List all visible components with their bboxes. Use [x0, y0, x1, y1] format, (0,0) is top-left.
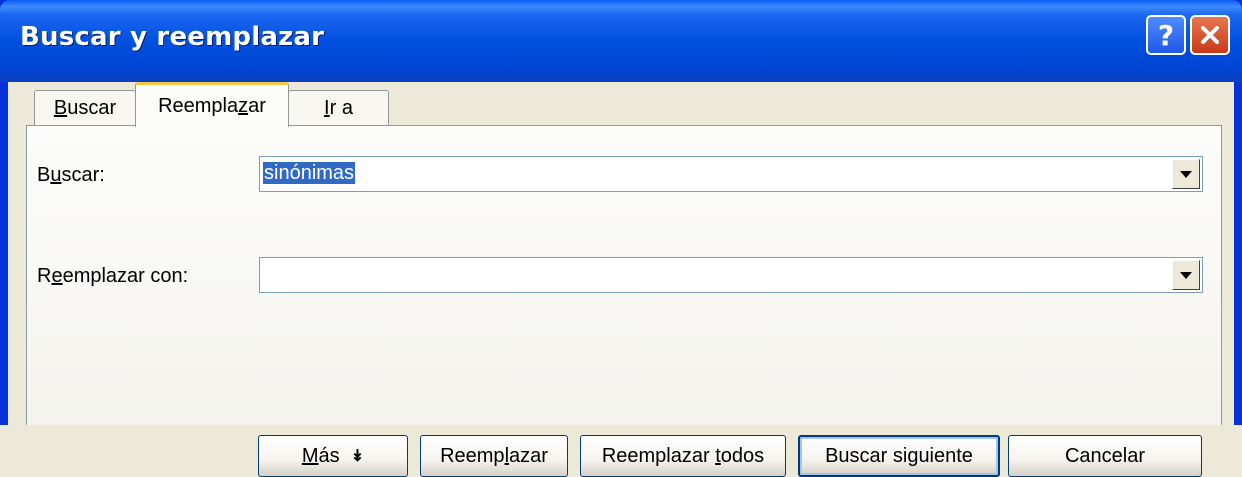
tab-panel-reemplazar: Buscar: sinónimas Reemplazar con: [26, 125, 1222, 425]
help-button[interactable]: ? [1146, 15, 1186, 55]
replace-all-button-label: Reemplazar todos [601, 444, 765, 467]
tab-buscar-label: Buscar [53, 97, 117, 119]
tab-buscar[interactable]: Buscar [34, 90, 136, 126]
find-combobox[interactable]: sinónimas [259, 156, 1203, 192]
chevron-down-icon [1180, 271, 1192, 279]
find-next-button[interactable]: Buscar siguiente [798, 435, 1000, 477]
cancel-button-label: Cancelar [1064, 444, 1146, 467]
find-next-button-label: Buscar siguiente [825, 444, 973, 467]
chevron-down-icon [1180, 170, 1192, 178]
replace-button-label: Reemplazar [440, 444, 548, 467]
find-input[interactable]: sinónimas [263, 162, 356, 185]
tab-ir-a-label: Ir a [324, 97, 353, 119]
double-chevron-down-icon: ↡ [350, 448, 365, 465]
find-dropdown-button[interactable] [1172, 159, 1200, 189]
window-title: Buscar y reemplazar [20, 22, 325, 52]
tab-reemplazar-label: Reemplazar [158, 94, 266, 117]
help-icon: ? [1157, 18, 1175, 52]
more-button[interactable]: Más ↡ [258, 435, 408, 477]
replace-label: Reemplazar con: [37, 265, 189, 287]
replace-all-button[interactable]: Reemplazar todos [580, 435, 786, 477]
title-bar[interactable]: Buscar y reemplazar ? [0, 0, 1242, 82]
tab-reemplazar[interactable]: Reemplazar [135, 82, 289, 127]
close-button[interactable] [1190, 15, 1230, 55]
find-label: Buscar: [37, 164, 105, 186]
dialog-client: Buscar Reemplazar Ir a Buscar: sinónimas… [8, 82, 1234, 477]
close-icon [1201, 26, 1219, 44]
replace-button[interactable]: Reemplazar [420, 435, 568, 477]
replace-combobox[interactable] [259, 257, 1203, 293]
tab-ir-a[interactable]: Ir a [288, 90, 389, 126]
more-button-label: Más [301, 444, 351, 467]
replace-dropdown-button[interactable] [1172, 260, 1200, 290]
find-replace-dialog: Buscar y reemplazar ? Buscar Reemplazar … [0, 0, 1242, 477]
cancel-button[interactable]: Cancelar [1008, 435, 1202, 477]
